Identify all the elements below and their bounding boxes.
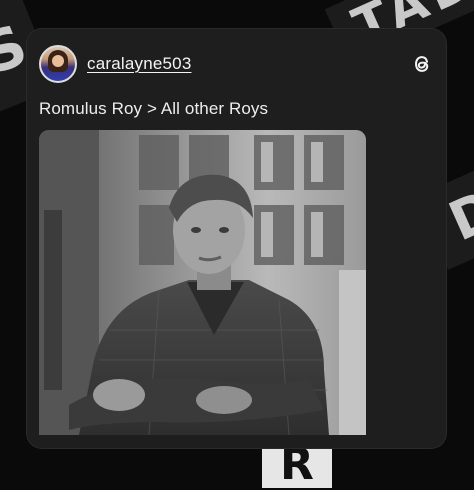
- threads-logo-icon[interactable]: [410, 52, 434, 76]
- username-link[interactable]: caralayne503: [87, 54, 191, 74]
- post-photo[interactable]: [39, 130, 366, 435]
- post-header: caralayne503: [39, 44, 434, 84]
- post-caption: Romulus Roy > All other Roys: [39, 99, 269, 118]
- avatar[interactable]: [39, 45, 77, 83]
- post-card[interactable]: caralayne503 Romulus Roy > All other Roy…: [27, 29, 446, 448]
